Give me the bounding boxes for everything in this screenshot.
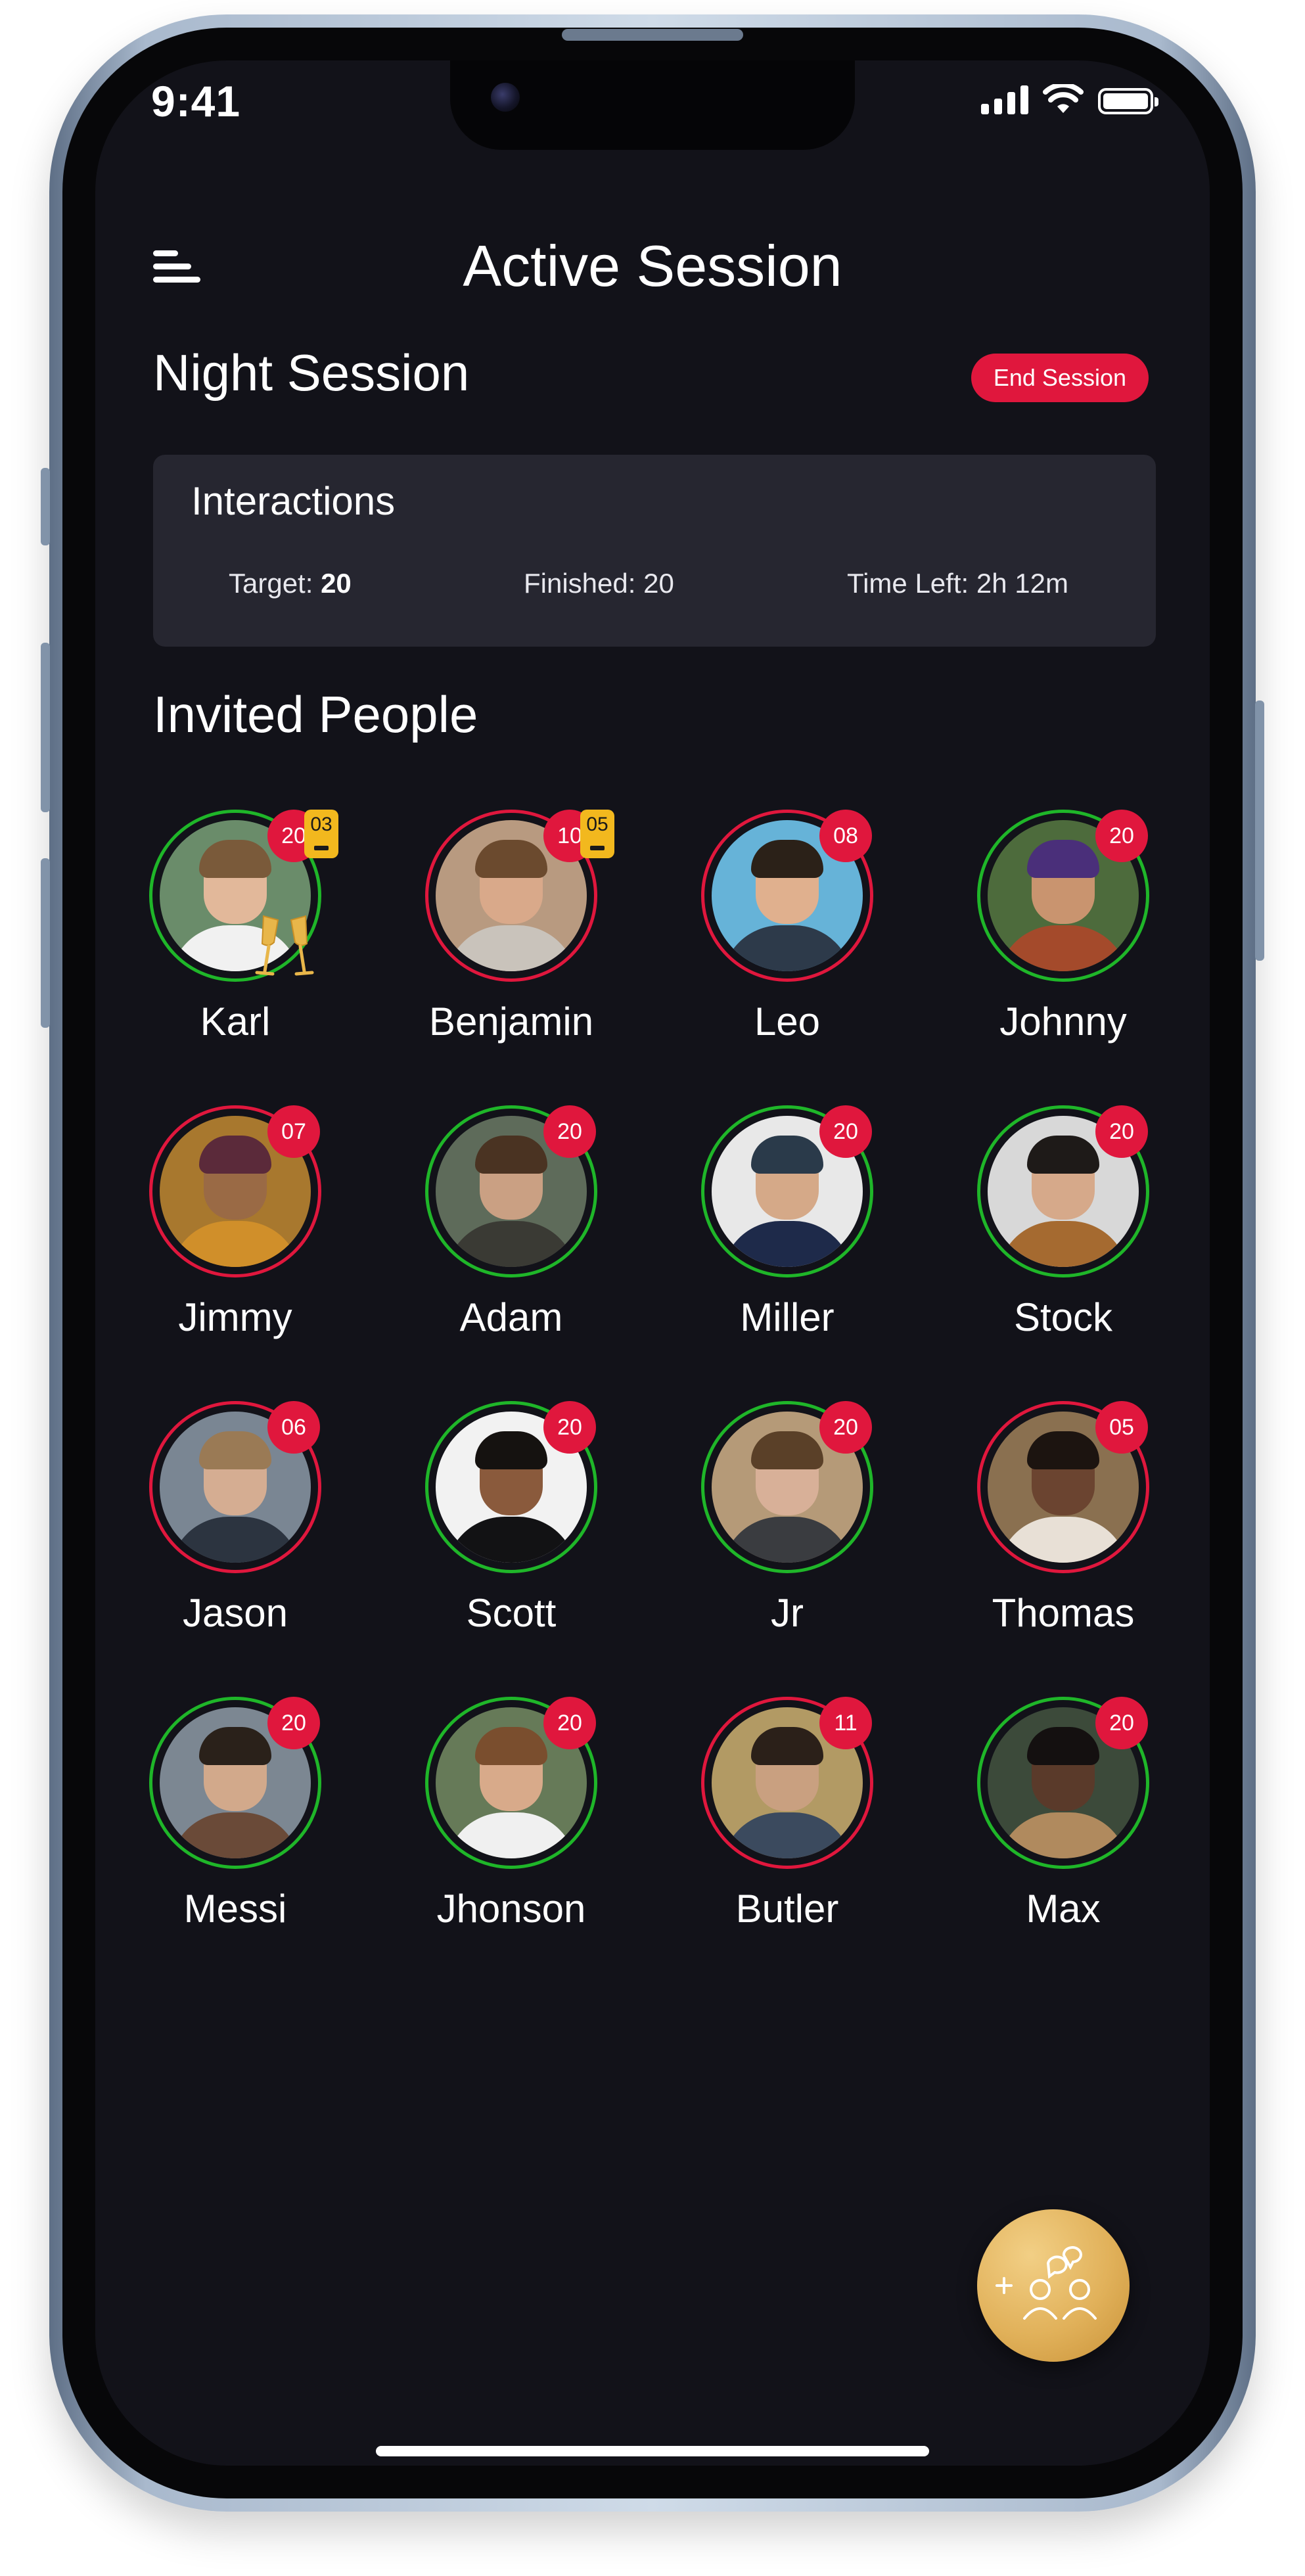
interaction-count-badge: 08 (819, 810, 872, 862)
finished-value: 20 (643, 568, 674, 599)
interaction-count-badge: 06 (267, 1401, 320, 1454)
interactions-title: Interactions (191, 479, 396, 523)
person-card[interactable]: 20 Johnny (963, 810, 1160, 1059)
person-name: Stock (1013, 1295, 1113, 1339)
interaction-count-badge: 20 (819, 1401, 872, 1454)
interaction-count-badge: 05 (1095, 1401, 1148, 1454)
person-name: Jimmy (178, 1295, 292, 1339)
person-name: Johnny (999, 1000, 1127, 1044)
interactions-card: Interactions Target: 20 Finished: 20 Tim… (153, 455, 1156, 647)
home-indicator (376, 2446, 929, 2456)
person-card[interactable]: 08 Leo (687, 810, 884, 1059)
person-card[interactable]: 20 Jhonson (411, 1697, 608, 1946)
drink-count-badge: 05 (580, 810, 614, 858)
person-card[interactable]: 20 Scott (411, 1401, 608, 1651)
time-left-label: Time Left: (847, 568, 976, 599)
interaction-count-badge: 20 (1095, 1105, 1148, 1158)
app-screen: 9:41 Active Session Night Session End Se… (95, 60, 1210, 2466)
power-button (1255, 701, 1264, 961)
person-name: Karl (200, 1000, 271, 1044)
drink-count: 05 (586, 814, 608, 835)
interaction-count-badge: 11 (819, 1697, 872, 1749)
page-title: Active Session (463, 233, 842, 298)
drink-count: 03 (310, 814, 332, 835)
time-left-value: 2h 12m (976, 568, 1068, 599)
person-card[interactable]: 07 Jimmy (135, 1105, 332, 1355)
add-people-chat-icon (996, 2246, 1097, 2320)
person-name: Jason (182, 1591, 288, 1635)
interaction-count-badge: 20 (1095, 810, 1148, 862)
person-card[interactable]: 10 05 Benjamin (411, 810, 614, 1059)
status-icons (981, 84, 1158, 114)
person-name: Butler (735, 1887, 839, 1931)
cellular-signal-icon (981, 85, 1028, 114)
interaction-count-badge: 20 (267, 1697, 320, 1749)
person-card[interactable]: 06 Jason (135, 1401, 332, 1651)
drink-count-badge: 03 (304, 810, 338, 858)
person-name: Thomas (992, 1591, 1135, 1635)
camera-icon (491, 83, 520, 112)
person-name: Leo (754, 1000, 821, 1044)
interaction-count-badge: 20 (1095, 1697, 1148, 1749)
end-session-button[interactable]: End Session (971, 354, 1149, 402)
invited-people-title: Invited People (153, 685, 478, 743)
person-name: Scott (466, 1591, 557, 1635)
person-card[interactable]: 20 Max (963, 1697, 1160, 1946)
interaction-count-badge: 20 (543, 1697, 596, 1749)
target-value: 20 (321, 568, 352, 599)
target-stat: Target: 20 (229, 568, 352, 599)
volume-up-button (41, 643, 50, 812)
volume-down-button (41, 858, 50, 1028)
notch (450, 60, 855, 150)
session-name: Night Session (153, 344, 470, 402)
finished-label: Finished: (524, 568, 644, 599)
finished-stat: Finished: 20 (524, 568, 674, 599)
person-card[interactable]: 20 Stock (963, 1105, 1160, 1355)
person-name: Benjamin (428, 1000, 594, 1044)
person-card[interactable]: 20 Jr (687, 1401, 884, 1651)
person-card[interactable]: 05 Thomas (963, 1401, 1160, 1651)
battery-icon (1098, 88, 1158, 114)
person-name: Max (1026, 1887, 1101, 1931)
interaction-count-badge: 20 (543, 1401, 596, 1454)
time-left-stat: Time Left: 2h 12m (847, 568, 1068, 599)
interaction-count-badge: 20 (819, 1105, 872, 1158)
person-card[interactable]: 20 Messi (135, 1697, 332, 1946)
person-name: Jr (771, 1591, 804, 1635)
add-people-button[interactable] (977, 2209, 1130, 2362)
person-name: Messi (183, 1887, 287, 1931)
interaction-count-badge: 20 (543, 1105, 596, 1158)
person-name: Adam (459, 1295, 563, 1339)
interaction-count-badge: 07 (267, 1105, 320, 1158)
target-label: Target: (229, 568, 321, 599)
speaker-grille (562, 29, 743, 41)
wifi-icon (1043, 84, 1084, 113)
mute-switch (41, 468, 50, 545)
person-name: Jhonson (436, 1887, 586, 1931)
champagne-glasses-icon (255, 915, 314, 976)
person-card[interactable]: 11 Butler (687, 1697, 884, 1946)
status-time: 9:41 (151, 77, 241, 126)
person-name: Miller (740, 1295, 835, 1339)
person-card[interactable]: 20 Miller (687, 1105, 884, 1355)
person-card[interactable]: 20 Adam (411, 1105, 608, 1355)
person-card[interactable]: 20 03 Karl (135, 810, 338, 1059)
